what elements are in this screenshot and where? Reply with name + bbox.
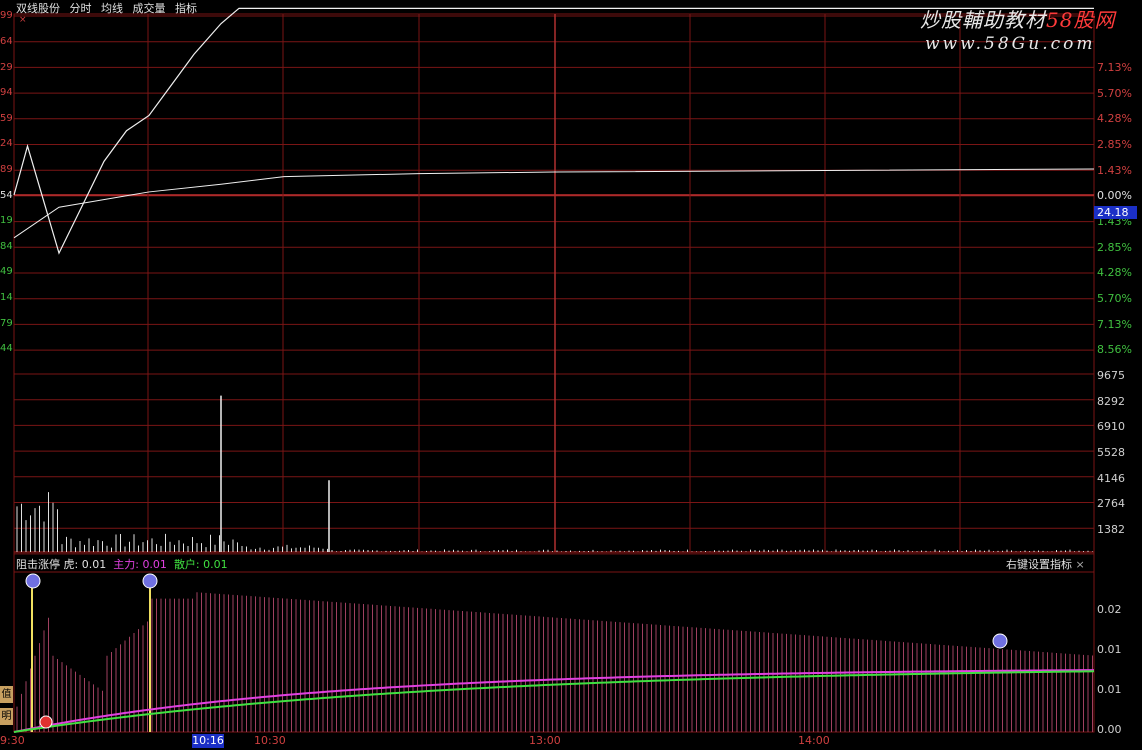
- signal-marker-icon: [142, 573, 158, 589]
- price-label: 54: [0, 190, 13, 201]
- chart-frame: [13, 13, 1095, 733]
- menu-chengjiaoliang[interactable]: 成交量: [133, 2, 166, 15]
- time-label: 14:00: [798, 734, 830, 747]
- side-button-detail[interactable]: 明: [0, 708, 13, 725]
- signal-marker-icon: [25, 573, 41, 589]
- zhuli-value: 0.01: [142, 558, 167, 571]
- tiger-value: 0.01: [81, 558, 107, 571]
- price-label: 94: [0, 87, 13, 98]
- zhuli-line: [13, 669, 1095, 733]
- side-button-value[interactable]: 值: [0, 686, 13, 703]
- price-label: 79: [0, 318, 13, 329]
- menu-junxian[interactable]: 均线: [101, 2, 123, 15]
- volume-label: 2764: [1097, 497, 1125, 510]
- pct-label: 1.43%: [1097, 164, 1132, 177]
- volume-label: 6910: [1097, 420, 1125, 433]
- close-icon[interactable]: ×: [19, 15, 27, 25]
- volume-label: 8292: [1097, 395, 1125, 408]
- pct-label: 4.28%: [1097, 266, 1132, 279]
- volume-label: 4146: [1097, 472, 1125, 485]
- watermark-logo: 炒股輔助教材58股网: [920, 8, 1116, 32]
- pct-label: 2.85%: [1097, 241, 1132, 254]
- time-label: 9:30: [0, 734, 25, 747]
- pct-label: 5.70%: [1097, 292, 1132, 305]
- price-label: 44: [0, 343, 13, 354]
- volume-label: 1382: [1097, 523, 1125, 536]
- sanhu-label: 散户:: [173, 558, 200, 571]
- pct-label: 7.13%: [1097, 318, 1132, 331]
- right-click-setting[interactable]: 右键设置指标 ×: [1006, 556, 1085, 572]
- chart-canvas[interactable]: [0, 0, 1142, 750]
- pct-label: 0.00%: [1097, 189, 1132, 202]
- indicator-axis-label: 0.00: [1097, 723, 1122, 736]
- pct-label: 2.85%: [1097, 138, 1132, 151]
- volume-label: 5528: [1097, 446, 1125, 459]
- pct-label: 7.13%: [1097, 61, 1132, 74]
- indicator-axis-label: 0.02: [1097, 603, 1122, 616]
- pct-label: 4.28%: [1097, 112, 1132, 125]
- price-label: 99: [0, 10, 13, 21]
- price-label: 64: [0, 36, 13, 47]
- current-price-box: 24.18: [1094, 206, 1137, 219]
- sanhu-value: 0.01: [203, 558, 228, 571]
- menu-fenshi[interactable]: 分时: [70, 2, 92, 15]
- volume-label: 9675: [1097, 369, 1125, 382]
- average-line: [13, 168, 1095, 239]
- cursor-time: 10:16: [192, 734, 224, 748]
- indicator-axis-label: 0.01: [1097, 643, 1122, 656]
- price-label: 49: [0, 266, 13, 277]
- time-label: 10:30: [254, 734, 286, 747]
- zhuli-label: 主力:: [113, 558, 139, 571]
- menu-zhibiao[interactable]: 指标: [175, 2, 197, 15]
- indicator-axis-label: 0.01: [1097, 683, 1122, 696]
- tiger-label: 虎:: [63, 558, 79, 571]
- price-label: 19: [0, 215, 13, 226]
- stock-title: 双线股份: [16, 2, 60, 15]
- price-label: 59: [0, 113, 13, 124]
- indicator-legend: 阻击涨停 虎: 0.01 主力: 0.01 散户: 0.01: [16, 556, 228, 572]
- top-menu-bar: 双线股份 分时 均线 成交量 指标: [16, 0, 203, 15]
- start-marker-icon: [39, 715, 53, 729]
- watermark-url: www.58Gu.com: [925, 34, 1096, 54]
- pct-label: 8.56%: [1097, 343, 1132, 356]
- price-label: 24: [0, 138, 13, 149]
- price-label: 29: [0, 62, 13, 73]
- signal-marker-icon: [992, 633, 1008, 649]
- price-label: 14: [0, 292, 13, 303]
- price-label: 89: [0, 164, 13, 175]
- time-label: 13:00: [529, 734, 561, 747]
- close-icon[interactable]: ×: [1076, 558, 1085, 571]
- pct-label: 5.70%: [1097, 87, 1132, 100]
- price-label: 84: [0, 241, 13, 252]
- indicator-name: 阻击涨停: [16, 558, 60, 571]
